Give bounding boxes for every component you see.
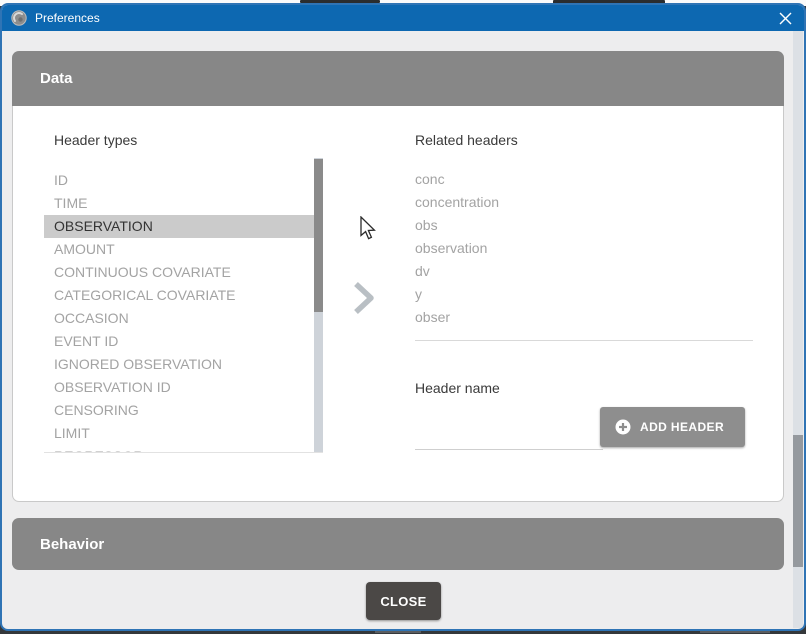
- background-text-fragment: [700, 631, 770, 633]
- dialog-scrollbar-thumb[interactable]: [793, 435, 803, 567]
- list-item[interactable]: y: [415, 283, 753, 306]
- list-item[interactable]: ID: [44, 169, 314, 192]
- list-item[interactable]: OCCASION: [44, 307, 314, 330]
- section-title: Behavior: [40, 536, 104, 553]
- window-title: Preferences: [35, 11, 100, 25]
- related-headers-divider: [415, 340, 753, 341]
- add-header-button-label: ADD HEADER: [640, 420, 724, 434]
- background-text-fragment: [375, 631, 421, 633]
- list-item[interactable]: OBSERVATION ID: [44, 376, 314, 399]
- list-item[interactable]: OBSERVATION: [44, 215, 314, 238]
- close-icon[interactable]: [772, 5, 798, 31]
- list-item[interactable]: concentration: [415, 191, 753, 214]
- section-header-data[interactable]: Data: [12, 51, 784, 106]
- list-item[interactable]: TIME: [44, 192, 314, 215]
- list-item[interactable]: dv: [415, 260, 753, 283]
- data-section-body: Header types IDTIMEOBSERVATIONAMOUNTCONT…: [12, 106, 784, 502]
- plus-icon: [615, 419, 631, 435]
- app-icon: [11, 10, 27, 26]
- transfer-right-icon[interactable]: [352, 280, 376, 316]
- list-item[interactable]: CATEGORICAL COVARIATE: [44, 284, 314, 307]
- screen: Preferences Data Header types IDTIMEOBSE…: [0, 0, 806, 634]
- list-item[interactable]: IGNORED OBSERVATION: [44, 353, 314, 376]
- section-title: Data: [40, 70, 73, 87]
- mouse-cursor-icon: [360, 216, 377, 240]
- header-types-list[interactable]: IDTIMEOBSERVATIONAMOUNTCONTINUOUS COVARI…: [44, 158, 323, 453]
- list-item[interactable]: EVENT ID: [44, 330, 314, 353]
- dialog-scrollbar[interactable]: [793, 31, 803, 628]
- header-name-label: Header name: [415, 380, 500, 396]
- related-headers-list[interactable]: concconcentrationobsobservationdvyobser: [415, 168, 753, 329]
- title-bar[interactable]: Preferences: [2, 5, 804, 31]
- list-scrollbar[interactable]: [314, 158, 323, 452]
- list-item[interactable]: CENSORING: [44, 399, 314, 422]
- list-item[interactable]: obs: [415, 214, 753, 237]
- list-scrollbar-thumb[interactable]: [314, 159, 323, 312]
- list-item[interactable]: CONTINUOUS COVARIATE: [44, 261, 314, 284]
- header-types-label: Header types: [54, 132, 137, 148]
- header-name-input[interactable]: [415, 411, 603, 450]
- related-headers-label: Related headers: [415, 132, 518, 148]
- list-item[interactable]: conc: [415, 168, 753, 191]
- close-button[interactable]: CLOSE: [366, 582, 441, 620]
- preferences-dialog: Preferences Data Header types IDTIMEOBSE…: [0, 3, 806, 631]
- section-header-behavior[interactable]: Behavior: [12, 518, 784, 570]
- list-item[interactable]: LIMIT: [44, 422, 314, 445]
- list-item[interactable]: observation: [415, 237, 753, 260]
- list-item[interactable]: AMOUNT: [44, 238, 314, 261]
- add-header-button[interactable]: ADD HEADER: [600, 407, 745, 447]
- list-item[interactable]: REGRESSOR: [44, 445, 314, 453]
- list-item[interactable]: obser: [415, 306, 753, 329]
